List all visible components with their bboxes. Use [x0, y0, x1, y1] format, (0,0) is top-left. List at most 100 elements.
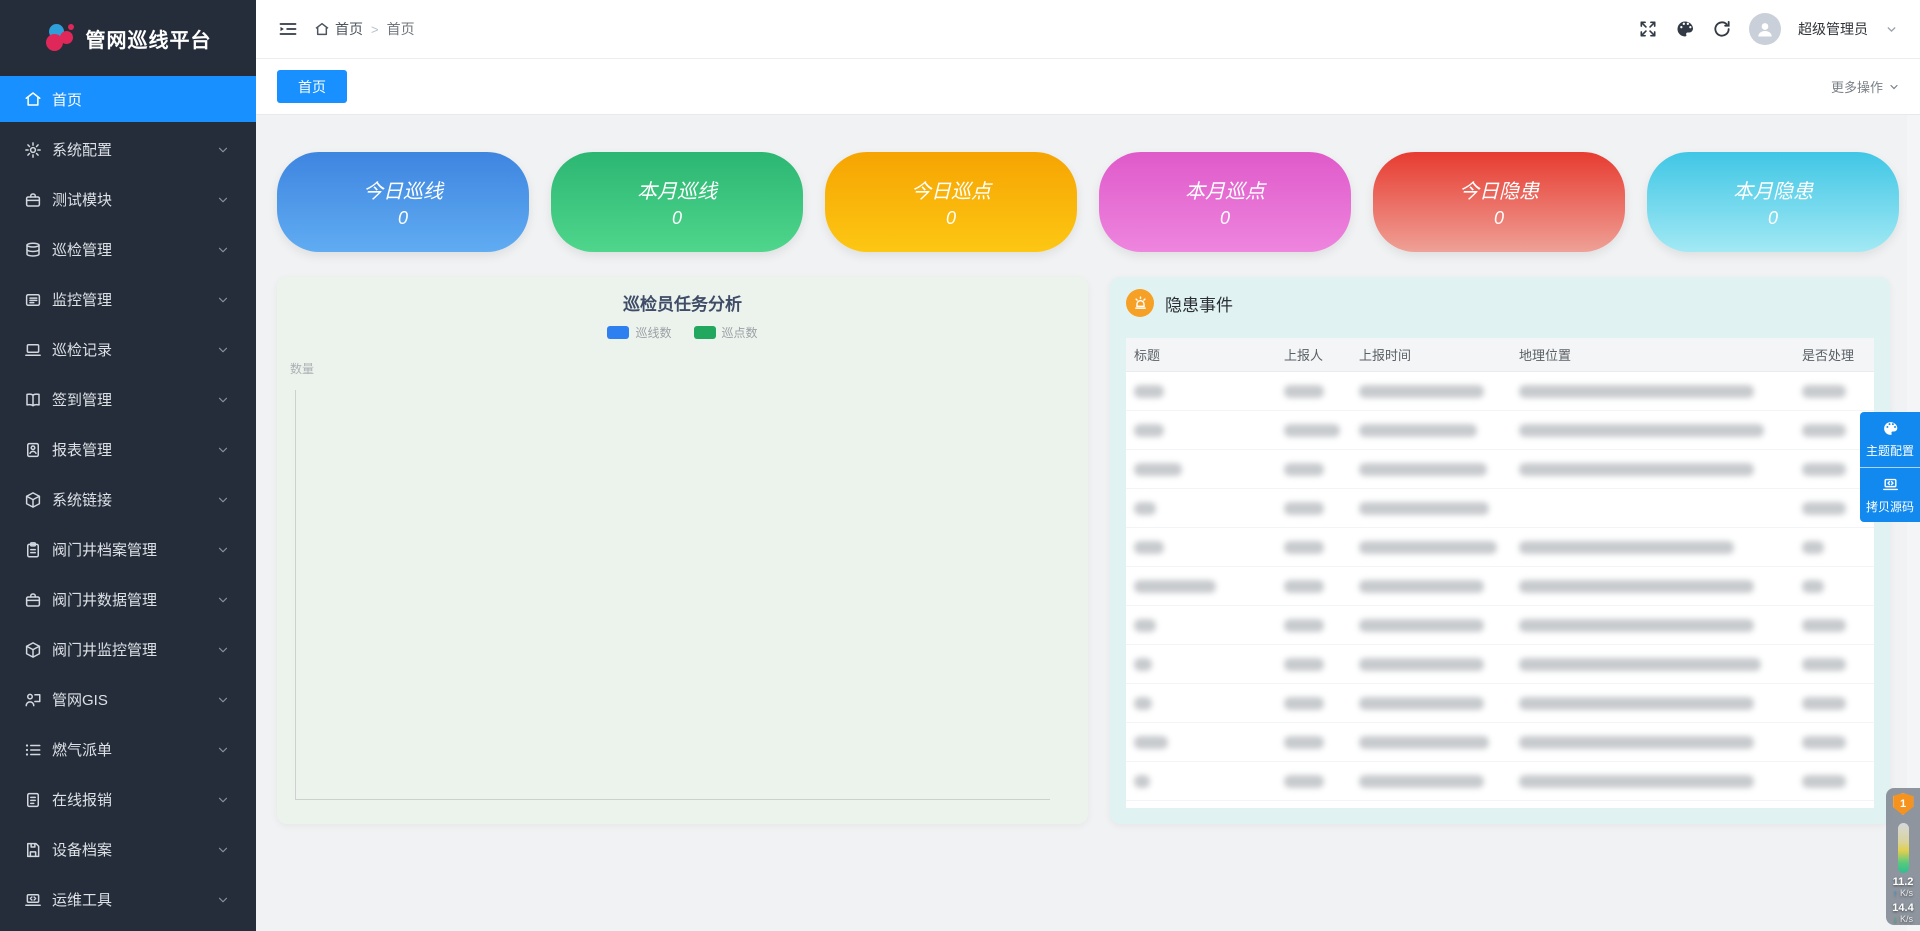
events-table-cell-redacted: [1794, 541, 1874, 554]
chevron-down-icon: [216, 443, 230, 457]
sidebar-item-valve-data-mgmt[interactable]: 阀门井数据管理: [0, 577, 256, 622]
sidebar-item-label: 管网GIS: [52, 689, 216, 710]
more-operations[interactable]: 更多操作: [1831, 77, 1900, 96]
copy-source-button[interactable]: 拷贝源码: [1860, 467, 1920, 522]
arrow-down-icon: ↓: [1893, 914, 1898, 924]
fullscreen-icon[interactable]: [1638, 19, 1658, 39]
events-column-header: 地理位置: [1511, 345, 1794, 364]
briefcase-icon: [24, 591, 42, 609]
sidebar-item-pipeline-gis[interactable]: 管网GIS: [0, 677, 256, 722]
events-table-cell-redacted: [1511, 385, 1794, 398]
sidebar-item-system-config[interactable]: 系统配置: [0, 127, 256, 172]
chevron-down-icon: [216, 743, 230, 757]
sidebar-item-inspection-mgmt[interactable]: 巡检管理: [0, 227, 256, 272]
events-table-row[interactable]: [1126, 723, 1874, 762]
chevron-down-icon: [216, 343, 230, 357]
inspector-task-chart-panel: 巡检员任务分析 巡线数巡点数 数量: [277, 277, 1088, 824]
sidebar-item-checkin-mgmt[interactable]: 签到管理: [0, 377, 256, 422]
events-table-row[interactable]: [1126, 372, 1874, 411]
events-table-row[interactable]: [1126, 645, 1874, 684]
home-icon: [314, 21, 330, 37]
sidebar-toggle-icon[interactable]: [278, 19, 298, 39]
refresh-icon[interactable]: [1712, 19, 1732, 39]
gear-icon: [24, 141, 42, 159]
user-name[interactable]: 超级管理员: [1798, 19, 1868, 39]
theme-config-button[interactable]: 主题配置: [1860, 412, 1920, 467]
sidebar-item-label: 巡检管理: [52, 239, 216, 260]
stat-card: 本月隐患0: [1647, 152, 1899, 252]
sidebar-item-gas-dispatch[interactable]: 燃气派单: [0, 727, 256, 772]
sidebar-item-home[interactable]: 首页: [0, 76, 256, 122]
sidebar-item-device-archive[interactable]: 设备档案: [0, 827, 256, 872]
events-table-cell-redacted: [1794, 619, 1874, 632]
breadcrumb-home[interactable]: 首页: [314, 19, 363, 39]
events-table-cell-redacted: [1351, 541, 1511, 554]
sidebar-item-test-module[interactable]: 测试模块: [0, 177, 256, 222]
events-table-cell-redacted: [1794, 385, 1874, 398]
sidebar-item-monitor-mgmt[interactable]: 监控管理: [0, 277, 256, 322]
person-icon: [1755, 19, 1775, 39]
stat-card-value: 0: [1220, 208, 1230, 229]
stat-card-label: 今日巡线: [363, 175, 443, 204]
legend-entry[interactable]: 巡点数: [694, 324, 758, 341]
sidebar-item-valve-archive-mgmt[interactable]: 阀门井档案管理: [0, 527, 256, 572]
events-table-row[interactable]: [1126, 411, 1874, 450]
floating-buttons: 主题配置拷贝源码: [1860, 412, 1920, 522]
sidebar-item-label: 在线报销: [52, 789, 216, 810]
floating-button-label: 主题配置: [1866, 442, 1914, 459]
y-axis-label: 数量: [290, 360, 314, 377]
events-table-row[interactable]: [1126, 567, 1874, 606]
briefcase-icon: [24, 191, 42, 209]
network-speed-widget[interactable]: 1 11.2 ↑ K/s 14.4 ↓ K/s: [1886, 788, 1920, 925]
shield-badge-icon: 1: [1893, 793, 1914, 815]
sidebar-item-inspection-records[interactable]: 巡检记录: [0, 327, 256, 372]
chevron-down-icon: [216, 543, 230, 557]
chevron-down-icon[interactable]: [1885, 23, 1898, 36]
laptop-icon: [24, 341, 42, 359]
events-table-cell-redacted: [1351, 736, 1511, 749]
avatar[interactable]: [1749, 13, 1781, 45]
events-table-cell-redacted: [1276, 385, 1351, 398]
events-table-row[interactable]: [1126, 606, 1874, 645]
sidebar-item-system-links[interactable]: 系统链接: [0, 477, 256, 522]
topbar: 首页 > 首页 超级管理员: [256, 0, 1920, 59]
sidebar-item-label: 系统链接: [52, 489, 216, 510]
chevron-down-icon: [216, 243, 230, 257]
clipboard-icon: [24, 541, 42, 559]
events-table-cell-redacted: [1794, 658, 1874, 671]
theme-palette-icon[interactable]: [1675, 19, 1695, 39]
app-logo: 管网巡线平台: [0, 0, 256, 76]
events-table: 标题上报人上报时间地理位置是否处理: [1126, 338, 1874, 808]
events-table-cell-redacted: [1794, 580, 1874, 593]
events-table-row[interactable]: [1126, 489, 1874, 528]
doc-icon: [24, 791, 42, 809]
stat-cards-row: 今日巡线0本月巡线0今日巡点0本月巡点0今日隐患0本月隐患0: [277, 152, 1899, 252]
stat-card: 今日巡线0: [277, 152, 529, 252]
events-table-cell-redacted: [1126, 424, 1276, 437]
stat-card: 今日隐患0: [1373, 152, 1625, 252]
sidebar-item-online-reimburse[interactable]: 在线报销: [0, 777, 256, 822]
save-icon: [24, 841, 42, 859]
events-table-cell-redacted: [1351, 619, 1511, 632]
sidebar-item-valve-monitor-mgmt[interactable]: 阀门井监控管理: [0, 627, 256, 672]
stat-card: 本月巡线0: [551, 152, 803, 252]
laptop-code-icon: [1882, 476, 1899, 493]
events-table-cell-redacted: [1511, 541, 1794, 554]
sidebar-item-ops-tools[interactable]: 运维工具: [0, 877, 256, 922]
events-table-cell-redacted: [1511, 619, 1794, 632]
events-table-row[interactable]: [1126, 528, 1874, 567]
arrow-up-icon: ↑: [1893, 888, 1898, 898]
sidebar-item-report-mgmt[interactable]: 报表管理: [0, 427, 256, 472]
events-table-cell-redacted: [1276, 775, 1351, 788]
events-table-row[interactable]: [1126, 762, 1874, 801]
events-column-header: 上报时间: [1351, 345, 1511, 364]
events-table-row[interactable]: [1126, 684, 1874, 723]
sidebar-item-label: 阀门井监控管理: [52, 639, 216, 660]
tab-home[interactable]: 首页: [277, 70, 347, 103]
events-panel-title: 隐患事件: [1165, 291, 1233, 316]
events-table-row[interactable]: [1126, 450, 1874, 489]
events-table-body: [1126, 372, 1874, 801]
events-table-cell-redacted: [1794, 775, 1874, 788]
legend-entry[interactable]: 巡线数: [607, 324, 671, 341]
events-table-cell-redacted: [1351, 424, 1511, 437]
